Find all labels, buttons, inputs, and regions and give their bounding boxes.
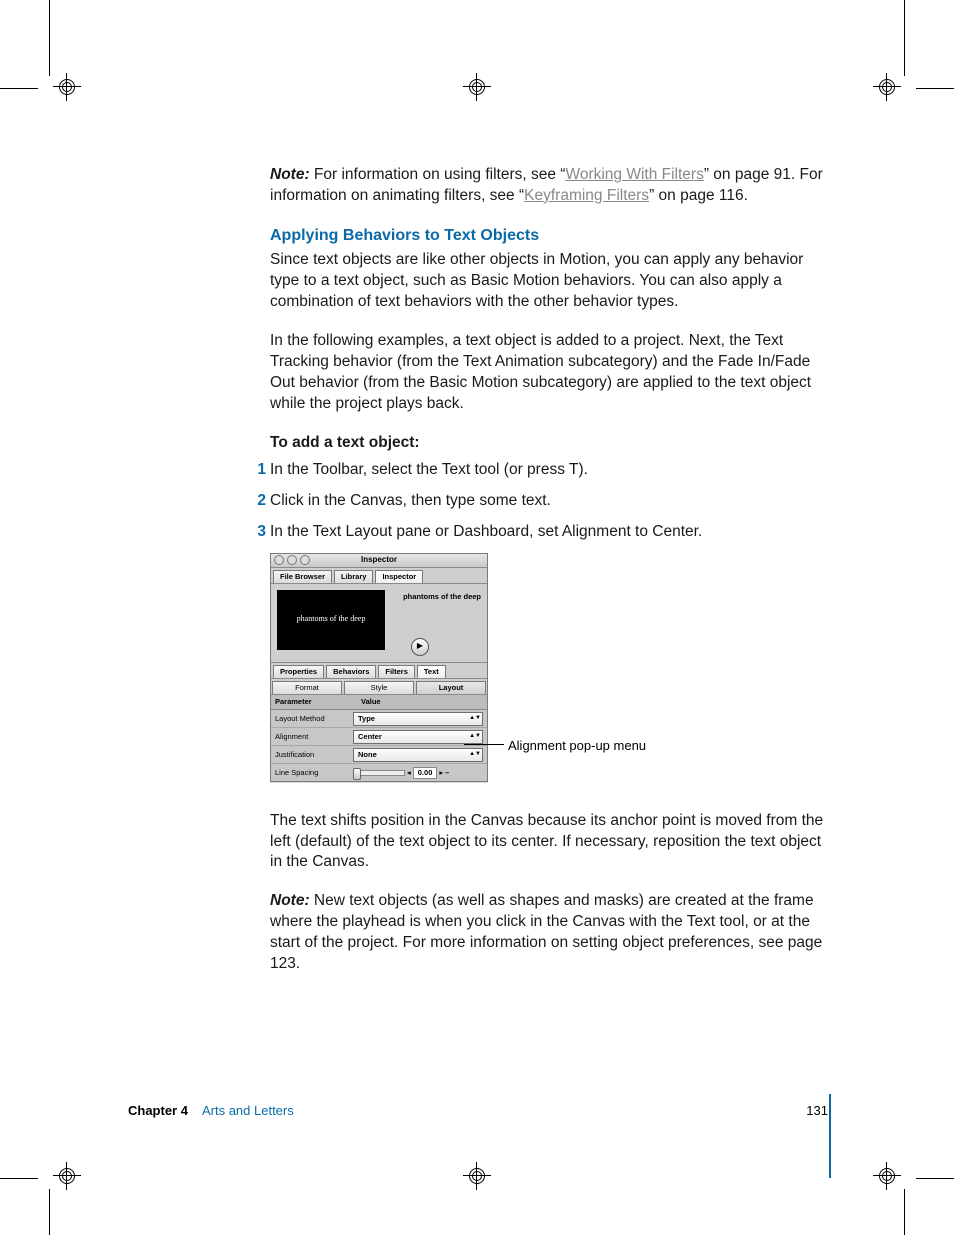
inspector-window: Inspector File Browser Library Inspector… <box>270 553 488 783</box>
slider-track[interactable] <box>353 770 405 776</box>
top-tabs: File Browser Library Inspector <box>271 568 487 584</box>
preview-area: phantoms of the deep phantoms of the dee… <box>271 584 487 663</box>
stepper-left-icon[interactable]: ◂ <box>407 768 411 778</box>
figure: Inspector File Browser Library Inspector… <box>270 553 825 793</box>
run-in-head: To add a text object: <box>270 433 825 454</box>
footer-page-number: 131 <box>806 1103 828 1118</box>
play-icon[interactable]: ▶ <box>411 638 429 656</box>
crop-mark <box>916 88 954 89</box>
slider-value[interactable]: 0.00 <box>413 767 438 779</box>
xref-link[interactable]: Keyframing Filters <box>524 187 649 204</box>
crop-mark <box>0 88 38 89</box>
page-footer: Chapter 4 Arts and Letters 131 <box>128 1103 828 1118</box>
note-paragraph: Note: New text objects (as well as shape… <box>270 891 825 975</box>
callout-line <box>464 744 504 745</box>
param-label: Alignment <box>271 732 353 742</box>
param-row: Line Spacing ◂ 0.00 ▸ – <box>271 764 487 781</box>
page: { "note1": { "label": "Note:", "pre": " … <box>0 0 954 1235</box>
subtab-format[interactable]: Format <box>272 681 342 694</box>
tab-inspector[interactable]: Inspector <box>375 570 423 583</box>
registration-mark <box>876 1165 898 1187</box>
popup-value: Type <box>358 714 375 724</box>
body-paragraph: In the following examples, a text object… <box>270 331 825 415</box>
tab-behaviors[interactable]: Behaviors <box>326 665 376 678</box>
registration-mark <box>876 76 898 98</box>
run-in-label: To add a text object: <box>270 434 420 451</box>
alignment-popup[interactable]: Center ▲▼ <box>353 730 483 744</box>
registration-mark <box>56 76 78 98</box>
step-text: In the Text Layout pane or Dashboard, se… <box>270 523 702 540</box>
step-text: Click in the Canvas, then type some text… <box>270 492 551 509</box>
param-row: Justification None ▲▼ <box>271 746 487 764</box>
param-label: Layout Method <box>271 714 353 724</box>
header-value: Value <box>357 695 385 709</box>
tab-properties[interactable]: Properties <box>273 665 324 678</box>
step-text: In the Toolbar, select the Text tool (or… <box>270 461 569 478</box>
registration-mark <box>466 76 488 98</box>
step-number: 3 <box>252 522 266 543</box>
header-parameter: Parameter <box>271 695 357 709</box>
tab-library[interactable]: Library <box>334 570 373 583</box>
tab-file-browser[interactable]: File Browser <box>273 570 332 583</box>
param-row: Alignment Center ▲▼ <box>271 728 487 746</box>
crop-mark <box>904 0 905 76</box>
param-label: Justification <box>271 750 353 760</box>
layout-method-popup[interactable]: Type ▲▼ <box>353 712 483 726</box>
param-header-row: Parameter Value <box>271 695 487 710</box>
xref-link[interactable]: Working With Filters <box>565 166 703 183</box>
step-item: 2 Click in the Canvas, then type some te… <box>270 491 825 512</box>
preview-thumbnail: phantoms of the deep <box>277 590 385 650</box>
content-column: Note: For information on using filters, … <box>270 165 825 993</box>
subtab-style[interactable]: Style <box>344 681 414 694</box>
crop-mark <box>916 1178 954 1179</box>
stepper-icon: ▲▼ <box>470 731 480 743</box>
steps-list: 1 In the Toolbar, select the Text tool (… <box>270 460 825 543</box>
footer-title: Arts and Letters <box>202 1103 294 1118</box>
line-spacing-slider[interactable]: ◂ 0.00 ▸ – <box>353 767 483 779</box>
step-item: 3 In the Text Layout pane or Dashboard, … <box>270 522 825 543</box>
note-text: New text objects (as well as shapes and … <box>270 892 822 972</box>
side-rule <box>829 1094 831 1178</box>
step-number: 2 <box>252 491 266 512</box>
tab-text[interactable]: Text <box>417 665 446 678</box>
justification-popup[interactable]: None ▲▼ <box>353 748 483 762</box>
body-paragraph: The text shifts position in the Canvas b… <box>270 811 825 874</box>
mid-tabs: Properties Behaviors Filters Text <box>271 663 487 679</box>
stepper-right-icon[interactable]: ▸ <box>439 768 443 778</box>
crop-mark <box>904 1189 905 1235</box>
note-label: Note: <box>270 892 310 909</box>
section-heading: Applying Behaviors to Text Objects <box>270 225 825 247</box>
param-row: Layout Method Type ▲▼ <box>271 710 487 728</box>
popup-value: Center <box>358 732 382 742</box>
tab-filters[interactable]: Filters <box>378 665 415 678</box>
preview-label: phantoms of the deep <box>403 592 481 602</box>
note-text: ” on page 116. <box>649 187 748 204</box>
sub-tabs: Format Style Layout <box>271 679 487 695</box>
param-label: Line Spacing <box>271 768 353 778</box>
stepper-icon: ▲▼ <box>470 713 480 725</box>
crop-mark <box>0 1178 38 1179</box>
disclosure-icon[interactable]: – <box>445 768 449 778</box>
registration-mark <box>466 1165 488 1187</box>
slider-knob[interactable] <box>353 768 361 780</box>
registration-mark <box>56 1165 78 1187</box>
crop-mark <box>49 0 50 76</box>
step-text: ). <box>578 461 587 478</box>
note-text: For information on using filters, see “ <box>310 166 566 183</box>
note-paragraph: Note: For information on using filters, … <box>270 165 825 207</box>
footer-chapter: Chapter 4 <box>128 1103 188 1118</box>
note-label: Note: <box>270 166 310 183</box>
body-paragraph: Since text objects are like other object… <box>270 250 825 313</box>
subtab-layout[interactable]: Layout <box>416 681 486 694</box>
window-title: Inspector <box>271 555 487 566</box>
crop-mark <box>49 1189 50 1235</box>
popup-value: None <box>358 750 377 760</box>
callout-label: Alignment pop-up menu <box>508 737 646 755</box>
step-number: 1 <box>252 460 266 481</box>
window-titlebar: Inspector <box>271 554 487 568</box>
stepper-icon: ▲▼ <box>470 749 480 761</box>
step-item: 1 In the Toolbar, select the Text tool (… <box>270 460 825 481</box>
